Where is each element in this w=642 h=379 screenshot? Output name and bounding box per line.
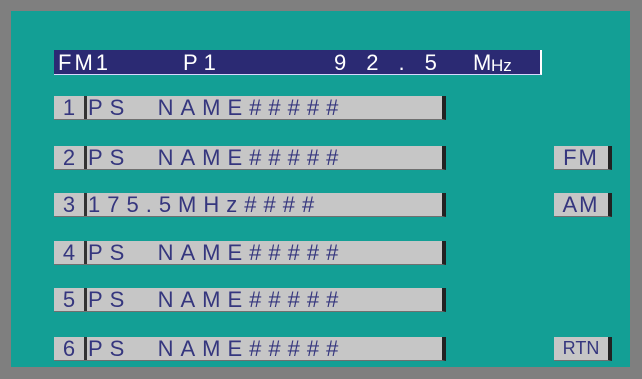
preset-station-name: PS NAME##### [88, 95, 346, 120]
preset-number: 4 [54, 241, 87, 264]
preset-number: 6 [54, 337, 87, 360]
frequency-unit-m: M [473, 50, 492, 75]
preset-station-name: 175.5MHz#### [88, 192, 322, 217]
preset-station-name: PS NAME##### [88, 336, 346, 361]
preset-number: 5 [54, 288, 87, 311]
preset-button-6[interactable]: 6 PS NAME##### [54, 337, 446, 361]
preset-button-5[interactable]: 5 PS NAME##### [54, 288, 446, 312]
am-band-button[interactable]: AM [554, 193, 612, 217]
fm-band-button[interactable]: FM [554, 146, 612, 170]
return-button[interactable]: RTN [554, 337, 612, 361]
preset-number: 3 [54, 193, 87, 216]
preset-button-4[interactable]: 4 PS NAME##### [54, 241, 446, 265]
preset-button-2[interactable]: 2 PS NAME##### [54, 146, 446, 170]
preset-button-3[interactable]: 3 175.5MHz#### [54, 193, 446, 217]
preset-number: 2 [54, 146, 87, 169]
preset-station-name: PS NAME##### [88, 240, 346, 265]
preset-station-name: PS NAME##### [88, 145, 346, 170]
frequency-value: 92.5 [334, 50, 457, 75]
preset-button-1[interactable]: 1 PS NAME##### [54, 96, 446, 120]
preset-number: 1 [54, 96, 87, 119]
band-label: FM1 [58, 50, 111, 75]
frequency-unit-hz: Hz [491, 56, 512, 75]
tuner-status-bar: FM1 P1 92.5 M Hz [54, 50, 542, 75]
preset-label: P1 [183, 50, 222, 75]
preset-station-name: PS NAME##### [88, 287, 346, 312]
